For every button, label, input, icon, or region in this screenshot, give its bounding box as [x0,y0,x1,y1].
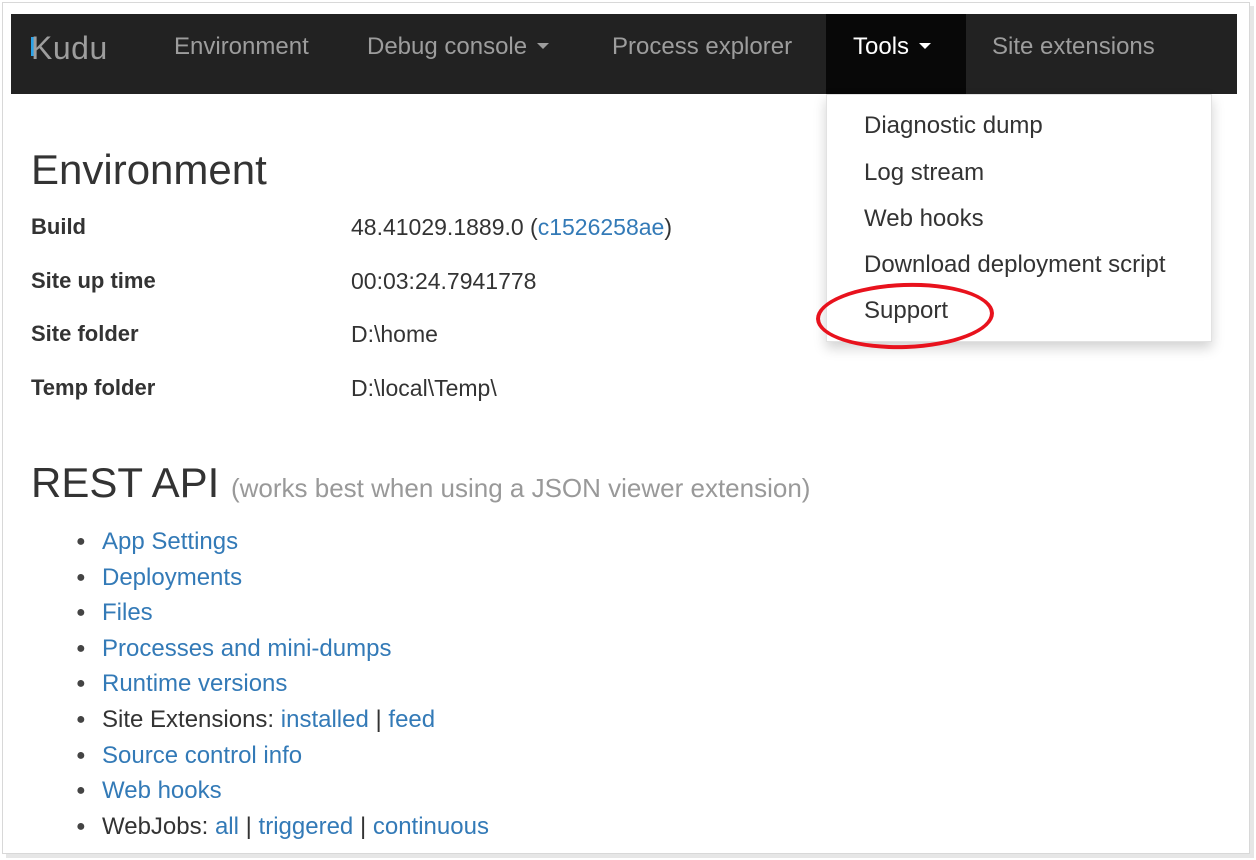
environment-heading: Environment [31,146,267,193]
bullet-icon: ● [76,568,86,586]
bullet-icon: ● [76,817,86,835]
env-label-uptime: Site up time [31,268,156,293]
list-item: ● Source control info [76,738,489,774]
nav-tools[interactable]: Tools [826,14,966,94]
rest-api-heading: REST API (works best when using a JSON v… [31,459,810,507]
rest-api-title: REST API [31,459,220,506]
menu-item-download-deployment-script[interactable]: Download deployment script [864,251,1166,279]
link-files[interactable]: Files [102,599,153,626]
brand-text: Kudu [31,30,108,66]
nav-label: Site extensions [992,33,1155,60]
caret-down-icon [537,42,550,49]
list-item: ● Files [76,595,489,631]
rest-api-hint: (works best when using a JSON viewer ext… [230,473,811,503]
env-label-build: Build [31,214,86,239]
nav-environment[interactable]: Environment [174,14,309,94]
env-label-temp-folder: Temp folder [31,375,156,400]
list-item: ● Web hooks [76,773,489,809]
link-webjobs-continuous[interactable]: continuous [373,813,489,840]
env-label-site-folder: Site folder [31,321,139,346]
link-web-hooks[interactable]: Web hooks [102,777,222,804]
list-item: ● Processes and mini-dumps [76,631,489,667]
link-source-control-info[interactable]: Source control info [102,742,302,769]
bullet-icon: ● [76,746,86,764]
nav-site-extensions[interactable]: Site extensions [992,14,1155,94]
env-value-temp-folder: D:\local\Temp\ [351,375,497,401]
link-webjobs-all[interactable]: all [215,813,239,840]
bullet-icon: ● [76,710,86,728]
env-value-site-folder: D:\home [351,321,438,347]
env-value-build: 48.41029.1889.0 (c1526258ae) [351,214,672,241]
nav-label: Debug console [367,33,528,60]
bullet-icon: ● [76,533,86,550]
list-item: ● WebJobs: all | triggered | continuous [76,809,489,845]
build-commit-link[interactable]: c1526258ae [538,214,665,240]
nav-debug-console[interactable]: Debug console [367,14,550,94]
bullet-icon: ● [76,782,86,800]
frame-shadow [6,854,1254,858]
brand-logo[interactable]: Kudu [31,14,108,94]
nav-label: Tools [853,33,910,60]
caret-down-icon [919,42,932,49]
nav-label: Process explorer [612,33,793,60]
bullet-icon: ● [76,675,86,693]
list-item: ● Runtime versions [76,666,489,702]
nav-label: Environment [174,33,309,60]
bullet-icon: ● [76,604,86,622]
link-app-settings[interactable]: App Settings [102,528,238,555]
link-deployments[interactable]: Deployments [102,564,242,591]
link-processes[interactable]: Processes and mini-dumps [102,635,391,662]
list-item: ● Deployments [76,560,489,596]
menu-item-log-stream[interactable]: Log stream [864,159,984,187]
link-site-extensions-feed[interactable]: feed [388,706,435,733]
link-webjobs-triggered[interactable]: triggered [259,813,354,840]
menu-item-diagnostic-dump[interactable]: Diagnostic dump [864,112,1043,140]
webjobs-prefix: WebJobs: [102,812,215,840]
env-value-uptime: 00:03:24.7941778 [351,268,537,294]
frame-shadow [1250,6,1254,856]
list-item: ● App Settings [76,524,489,560]
bullet-icon: ● [76,639,86,657]
top-navbar: Kudu Environment Debug console Process e… [11,14,1237,94]
menu-item-web-hooks[interactable]: Web hooks [864,205,984,233]
list-item: ● Site Extensions: installed | feed [76,702,489,738]
link-runtime-versions[interactable]: Runtime versions [102,670,287,697]
nav-process-explorer[interactable]: Process explorer [612,14,792,94]
rest-api-list: ● App Settings ● Deployments ● Files ● Proce… [76,524,489,844]
build-version: 48.41029.1889.0 ( [351,214,538,240]
site-extensions-prefix: Site Extensions: [102,705,281,733]
link-site-extensions-installed[interactable]: installed [281,706,369,733]
build-suffix: ) [664,214,673,240]
